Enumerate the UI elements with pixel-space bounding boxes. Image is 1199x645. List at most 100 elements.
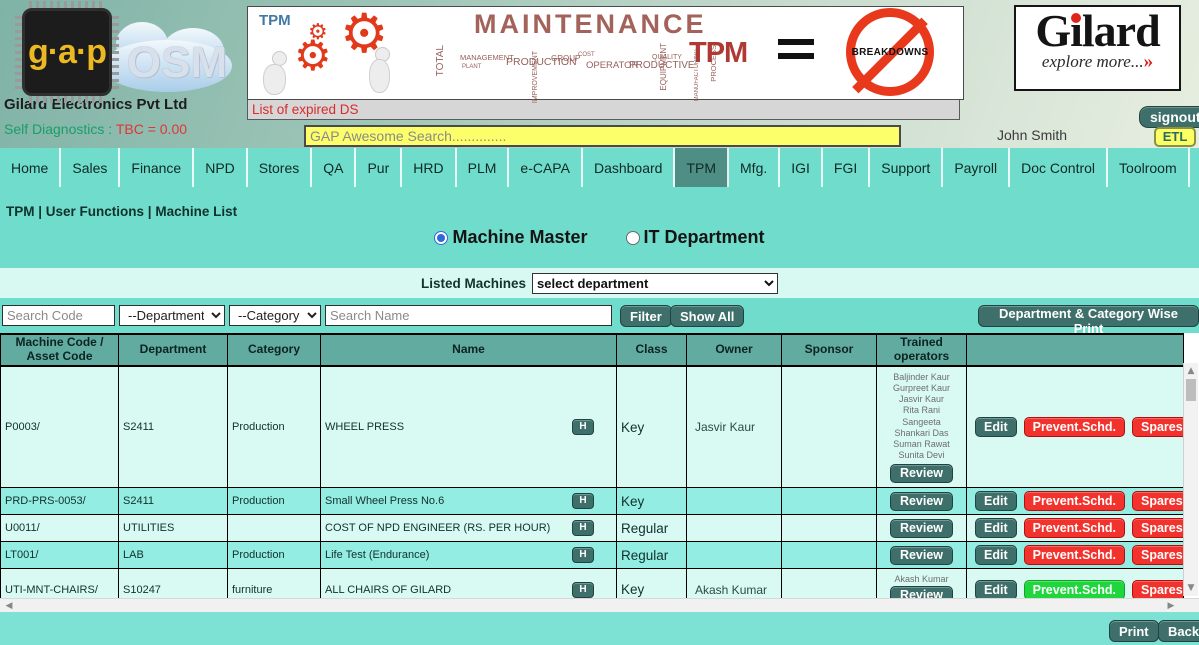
cell-name: COST OF NPD ENGINEER (RS. PER HOUR) H <box>321 515 617 542</box>
prevent-schd-button[interactable]: Prevent.Schd. <box>1024 545 1125 565</box>
signout-button[interactable]: signout <box>1139 106 1199 128</box>
radio-unselected-icon[interactable] <box>626 231 640 245</box>
etl-button[interactable]: ETL <box>1154 127 1196 147</box>
nav-item-sales[interactable]: Sales <box>61 148 120 187</box>
edit-button[interactable]: Edit <box>975 417 1017 437</box>
gap-awesome-search-input[interactable] <box>304 125 901 147</box>
chip-pins <box>15 15 22 89</box>
view-toggle: Machine Master IT Department <box>0 227 1199 248</box>
nav-item-plm[interactable]: PLM <box>457 148 510 187</box>
wordcloud-word: COST <box>578 52 595 58</box>
nav-item-pcmd[interactable]: PCMD <box>1190 148 1199 187</box>
nav-item-support[interactable]: Support <box>870 148 943 187</box>
history-button[interactable]: H <box>572 419 594 435</box>
edit-button[interactable]: Edit <box>975 518 1017 538</box>
prevent-schd-button[interactable]: Prevent.Schd. <box>1024 491 1125 511</box>
cell-code: U0011/ <box>1 515 119 542</box>
footer-band <box>0 612 1199 645</box>
review-button[interactable]: Review <box>890 519 953 538</box>
cell-class: Regular <box>617 515 687 542</box>
nav-item-hrd[interactable]: HRD <box>402 148 456 187</box>
nav-item-igi[interactable]: IGI <box>780 148 823 187</box>
nav-item-doc-control[interactable]: Doc Control <box>1010 148 1108 187</box>
spares-button[interactable]: Spares <box>1132 518 1184 538</box>
table-row: LT001/ LAB Production Life Test (Enduran… <box>1 542 1184 569</box>
prevent-schd-button[interactable]: Prevent.Schd. <box>1024 417 1125 437</box>
nav-item-payroll[interactable]: Payroll <box>943 148 1010 187</box>
spares-button[interactable]: Spares <box>1132 580 1184 600</box>
radio-selected-icon[interactable] <box>434 231 448 245</box>
filter-button[interactable]: Filter <box>620 305 672 327</box>
nav-item-ecapa[interactable]: e-CAPA <box>509 148 583 187</box>
history-button[interactable]: H <box>572 547 594 563</box>
radio-it-department[interactable]: IT Department <box>626 227 765 248</box>
diagnostics-label: Self Diagnostics : <box>4 121 112 137</box>
history-button[interactable]: H <box>572 493 594 509</box>
nav-item-toolroom[interactable]: Toolroom <box>1108 148 1190 187</box>
nav-item-home[interactable]: Home <box>0 148 61 187</box>
operator-name: Gurpreet Kaur <box>879 383 964 394</box>
cell-owner <box>687 542 782 569</box>
radio-machine-master[interactable]: Machine Master <box>434 227 587 248</box>
nav-item-pur[interactable]: Pur <box>356 148 402 187</box>
scrollbar-thumb[interactable] <box>1186 379 1196 401</box>
cell-code: P0003/ <box>1 366 119 488</box>
spares-button[interactable]: Spares <box>1132 417 1184 437</box>
expired-ds-bar[interactable]: List of expired DS <box>247 99 960 120</box>
scroll-right-icon[interactable]: ▶ <box>1164 599 1178 613</box>
spares-button[interactable]: Spares <box>1132 491 1184 511</box>
prevent-schd-button[interactable]: Prevent.Schd. <box>1024 580 1125 600</box>
nav-item-fgi[interactable]: FGI <box>823 148 870 187</box>
horizontal-scrollbar[interactable]: ◀ ▶ <box>0 598 1199 613</box>
history-button[interactable]: H <box>572 582 594 598</box>
edit-button[interactable]: Edit <box>975 580 1017 600</box>
scroll-down-icon[interactable]: ▼ <box>1184 582 1198 594</box>
department-list-select[interactable]: select department <box>532 273 778 294</box>
dept-category-print-button[interactable]: Department & Category Wise Print <box>978 305 1199 327</box>
operator-list: Baljinder Kaur Gurpreet Kaur Jasvir Kaur… <box>879 372 964 462</box>
department-filter-select[interactable]: --Department-- <box>119 305 225 326</box>
cell-sponsor <box>782 542 877 569</box>
spares-button[interactable]: Spares <box>1132 545 1184 565</box>
scroll-up-icon[interactable]: ▲ <box>1184 365 1198 377</box>
edit-button[interactable]: Edit <box>975 491 1017 511</box>
nav-item-finance[interactable]: Finance <box>120 148 194 187</box>
back-button[interactable]: Back <box>1158 620 1199 642</box>
search-name-input[interactable] <box>325 305 612 326</box>
cell-name: Life Test (Endurance) H <box>321 542 617 569</box>
machine-list-page: g·a·p OSM Gilard Electronics Pvt Ltd Sel… <box>0 0 1199 645</box>
wordcloud-word: GROUP <box>551 55 580 63</box>
print-button[interactable]: Print <box>1109 620 1159 642</box>
cell-department: S2411 <box>119 366 228 488</box>
nav-item-npd[interactable]: NPD <box>194 148 248 187</box>
machine-name: Life Test (Endurance) <box>325 549 429 561</box>
review-button[interactable]: Review <box>890 546 953 565</box>
operator-name: Sunita Devi <box>879 450 964 461</box>
category-filter-select[interactable]: --Category-- <box>229 305 321 326</box>
cell-trained-operators: Review <box>877 542 967 569</box>
operator-name: Shankari Das <box>879 428 964 439</box>
review-button[interactable]: Review <box>890 492 953 511</box>
machine-table: Machine Code / Asset Code Department Cat… <box>0 333 1184 617</box>
vertical-scrollbar[interactable]: ▲ ▼ <box>1183 363 1198 596</box>
show-all-button[interactable]: Show All <box>670 305 744 327</box>
search-code-input[interactable] <box>2 305 115 326</box>
wordcloud-word: TOTAL <box>436 45 446 76</box>
machine-name: Small Wheel Press No.6 <box>325 495 444 507</box>
prevent-schd-button[interactable]: Prevent.Schd. <box>1024 518 1125 538</box>
scroll-left-icon[interactable]: ◀ <box>2 599 16 613</box>
gap-chip-logo: g·a·p <box>22 8 112 96</box>
cell-actions: Edit Prevent.Schd. Spares <box>967 542 1184 569</box>
nav-item-tpm[interactable]: TPM <box>675 148 729 187</box>
nav-item-dashboard[interactable]: Dashboard <box>583 148 676 187</box>
nav-item-stores[interactable]: Stores <box>248 148 312 187</box>
chip-pins <box>112 15 119 89</box>
operator-name: Jasvir Kaur <box>879 394 964 405</box>
review-button[interactable]: Review <box>890 464 953 483</box>
no-breakdowns-icon: BREAKDOWNS <box>846 8 934 96</box>
history-button[interactable]: H <box>572 520 594 536</box>
nav-item-qa[interactable]: QA <box>312 148 356 187</box>
cell-sponsor <box>782 488 877 515</box>
edit-button[interactable]: Edit <box>975 545 1017 565</box>
nav-item-mfg[interactable]: Mfg. <box>729 148 780 187</box>
